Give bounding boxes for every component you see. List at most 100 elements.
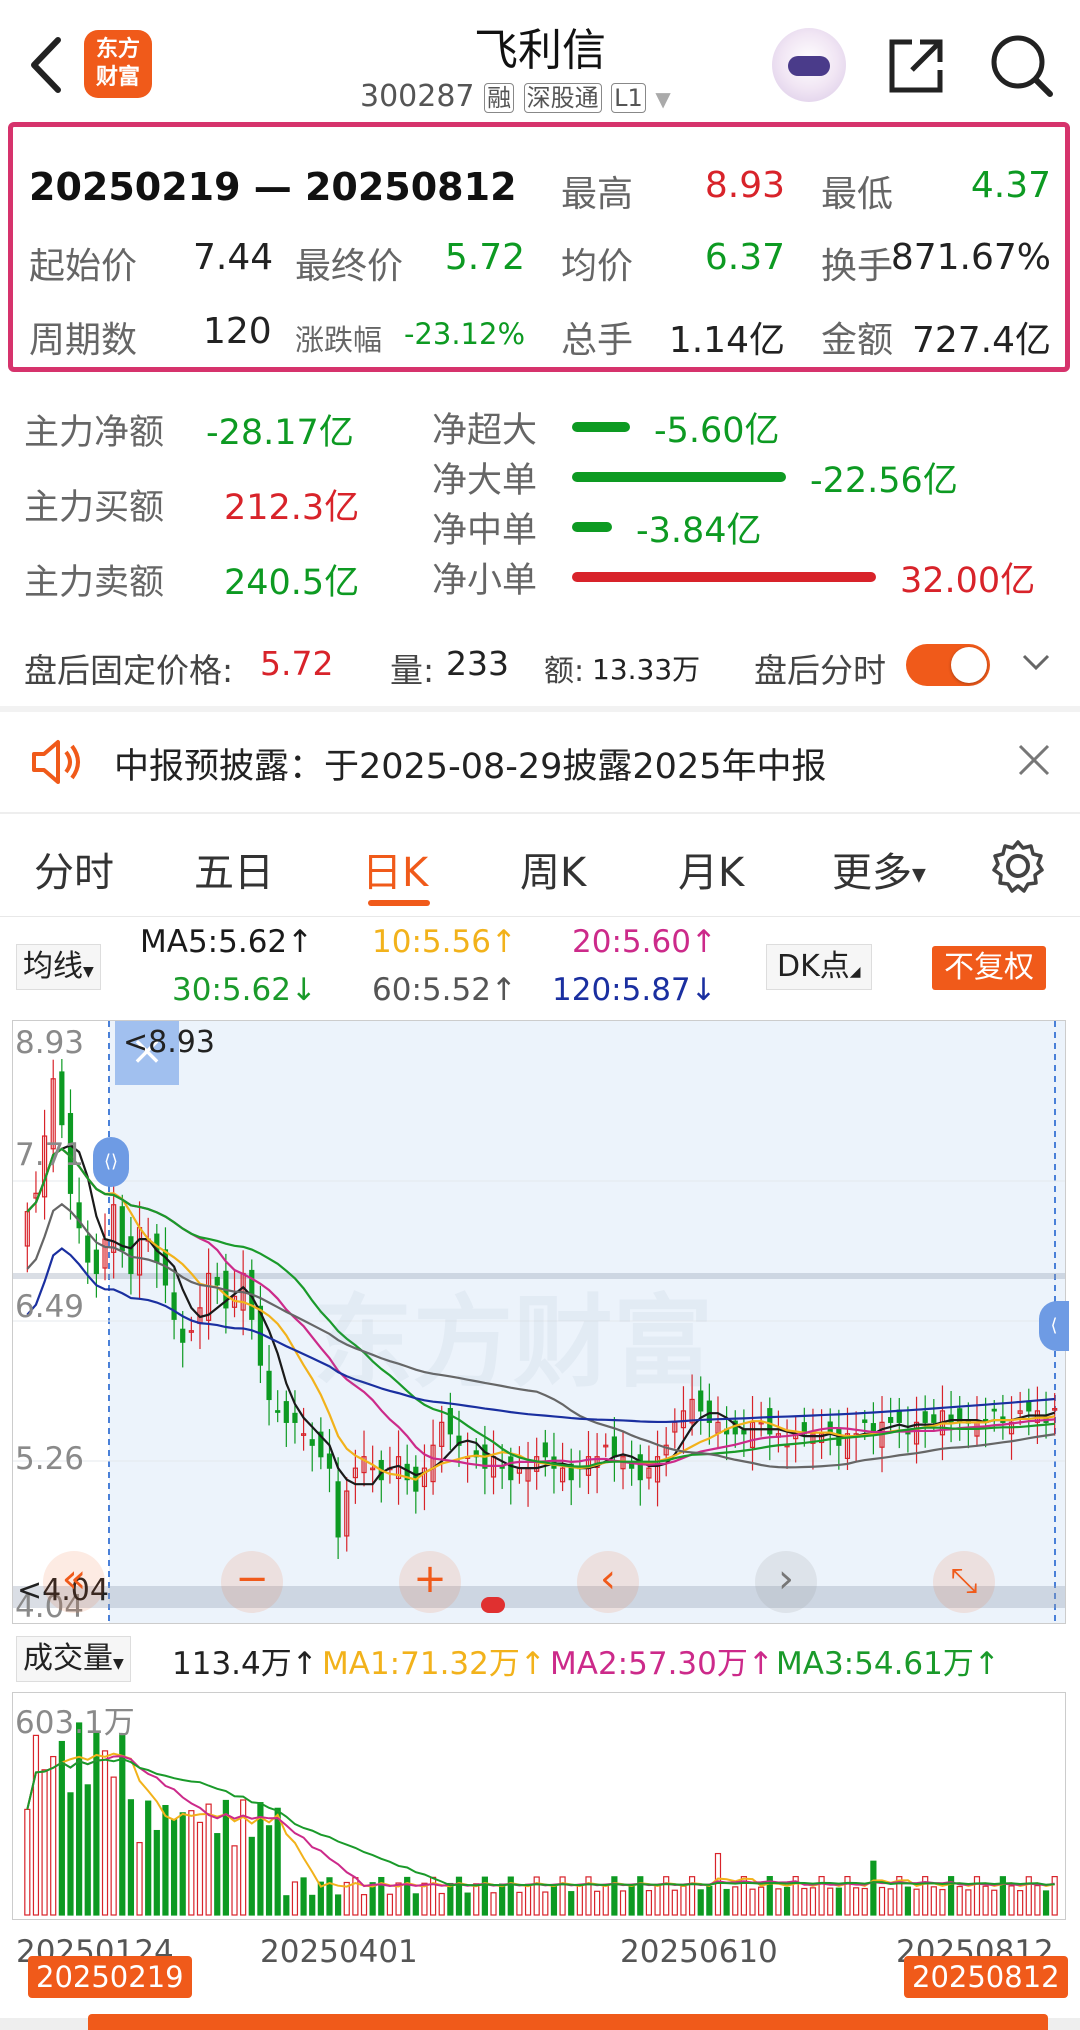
l-bar: [572, 472, 786, 482]
volume-selector[interactable]: 成交量▼: [16, 1636, 131, 1682]
tag-rong: 融: [484, 83, 515, 113]
chart-settings-button[interactable]: [990, 838, 1046, 898]
tab-monthly-k[interactable]: 月K: [678, 840, 744, 898]
after-hours-row: 盘后固定价格: 5.72 量: 233 额: 13.33万 盘后分时: [0, 640, 1080, 690]
dropdown-icon[interactable]: ▼: [655, 87, 670, 111]
volume-bar: [645, 1889, 653, 1916]
corner-arrow-icon: ◢: [849, 964, 861, 980]
after-hours-toggle[interactable]: [906, 644, 990, 686]
volume-bar: [41, 1769, 48, 1916]
tab-daily-k[interactable]: 日K: [362, 840, 428, 898]
volume-bar: [861, 1887, 868, 1916]
volume-bar: [360, 1894, 368, 1916]
volume-bar: [930, 1886, 937, 1916]
volume-bar: [1034, 1884, 1041, 1916]
range-handle-left[interactable]: ⟨⟩: [93, 1137, 129, 1187]
volume-bar: [809, 1887, 817, 1916]
after-vol-label: 量:: [390, 651, 435, 690]
prev-button[interactable]: ‹: [577, 1551, 639, 1613]
range-start-badge[interactable]: 20250219: [28, 1956, 192, 1998]
volume-bar: [136, 1841, 143, 1916]
volume-bar: [265, 1825, 273, 1916]
candle-body: [85, 1235, 91, 1263]
volume-bar: [222, 1799, 229, 1916]
dropdown-icon: ▼: [83, 964, 94, 980]
m-value: -3.84亿: [636, 511, 762, 551]
volume-bar: [965, 1889, 972, 1916]
date-range: 20250219 — 20250812: [29, 165, 517, 209]
volume-chart[interactable]: 603.1万: [12, 1692, 1066, 1920]
close-label: 最终价: [295, 246, 404, 287]
candle-body: [896, 1409, 902, 1423]
assistant-avatar[interactable]: [772, 28, 846, 102]
volume-bar: [913, 1888, 920, 1916]
range-end-badge[interactable]: 20250812: [904, 1956, 1068, 1998]
share-icon: [889, 39, 943, 93]
volume-bar: [283, 1895, 290, 1916]
open-label: 起始价: [29, 246, 138, 287]
volume-bar: [749, 1888, 756, 1916]
candle-body: [637, 1454, 643, 1481]
watermark: 东方财富: [313, 1284, 713, 1401]
after-amt-value: 13.33万: [592, 653, 701, 686]
ma60-value: 60:5.52↑: [372, 972, 517, 1008]
range-stats-panel: 20250219 — 20250812 最高 8.93 最低 4.37 起始价 …: [8, 122, 1070, 372]
volume-bar: [188, 1810, 195, 1916]
range-slider[interactable]: [88, 2014, 1048, 2030]
volume-value: 1.14亿: [668, 320, 785, 361]
volume-value: 113.4万↑: [172, 1646, 318, 1682]
main-buy-value: 212.3亿: [224, 488, 360, 528]
volume-bar: [939, 1888, 946, 1916]
after-price-value: 5.72: [260, 644, 334, 683]
candle-body: [214, 1276, 220, 1286]
volume-bar: [1042, 1890, 1050, 1916]
tab-timeshare[interactable]: 分时: [34, 840, 114, 898]
candle-body: [93, 1249, 99, 1275]
share-button[interactable]: [884, 34, 948, 102]
volume-bar: [196, 1821, 204, 1916]
volume-bar: [991, 1889, 998, 1916]
main-net-label: 主力净额: [24, 413, 165, 453]
volume-bar: [421, 1882, 428, 1916]
s-value: 32.00亿: [900, 561, 1036, 601]
fund-flow-panel[interactable]: 主力净额 -28.17亿 主力买额 212.3亿 主力卖额 240.5亿 净超大…: [0, 390, 1080, 620]
tab-more[interactable]: 更多▼: [832, 840, 926, 898]
volume-bar: [801, 1887, 808, 1916]
zoom-out-button[interactable]: −: [221, 1551, 283, 1613]
volume-bar: [827, 1887, 834, 1916]
expand-chevron-icon[interactable]: [1020, 650, 1052, 678]
volume-bar: [1051, 1876, 1058, 1916]
main-net-value: -28.17亿: [206, 413, 354, 453]
ma-selector[interactable]: 均线▼: [16, 944, 101, 990]
s-label: 净小单: [432, 561, 538, 601]
xl-value: -5.60亿: [654, 411, 780, 451]
volume-bar: [447, 1882, 454, 1916]
volume-bar: [248, 1836, 255, 1916]
notice-banner[interactable]: 中报预披露：于2025-08-29披露2025年中报: [0, 712, 1080, 810]
volume-bar: [309, 1894, 316, 1916]
next-button[interactable]: ›: [755, 1551, 817, 1613]
zoom-in-button[interactable]: +: [399, 1551, 461, 1613]
volume-bar: [274, 1807, 281, 1916]
axis-label-2: 6.49: [15, 1289, 85, 1325]
scroll-left-button[interactable]: «: [43, 1551, 105, 1613]
volume-bar: [464, 1892, 471, 1916]
volume-bar: [723, 1888, 730, 1916]
divider: [0, 916, 1080, 917]
search-button[interactable]: [988, 32, 1054, 102]
dk-point-selector[interactable]: DK点◢: [766, 944, 872, 990]
high-value: 8.93: [704, 165, 785, 206]
range-handle-right[interactable]: ⟨: [1039, 1301, 1069, 1351]
volume-bar: [145, 1800, 152, 1916]
tab-weekly-k[interactable]: 周K: [520, 840, 586, 898]
adjust-button[interactable]: 不复权: [932, 946, 1046, 990]
l-label: 净大单: [432, 461, 538, 501]
fullscreen-button[interactable]: ⤡: [933, 1551, 995, 1613]
volume-bar: [84, 1784, 91, 1916]
notice-close-button[interactable]: [1016, 742, 1052, 782]
volume-bar: [369, 1882, 376, 1916]
date-label-2: 20250610: [620, 1934, 778, 1970]
volume-bar: [524, 1883, 532, 1916]
kline-chart[interactable]: 东方财富 8.93 7.71 6.49 5.26 4.04 × <8.93 <4…: [12, 1020, 1069, 1625]
tab-five-day[interactable]: 五日: [194, 840, 274, 898]
